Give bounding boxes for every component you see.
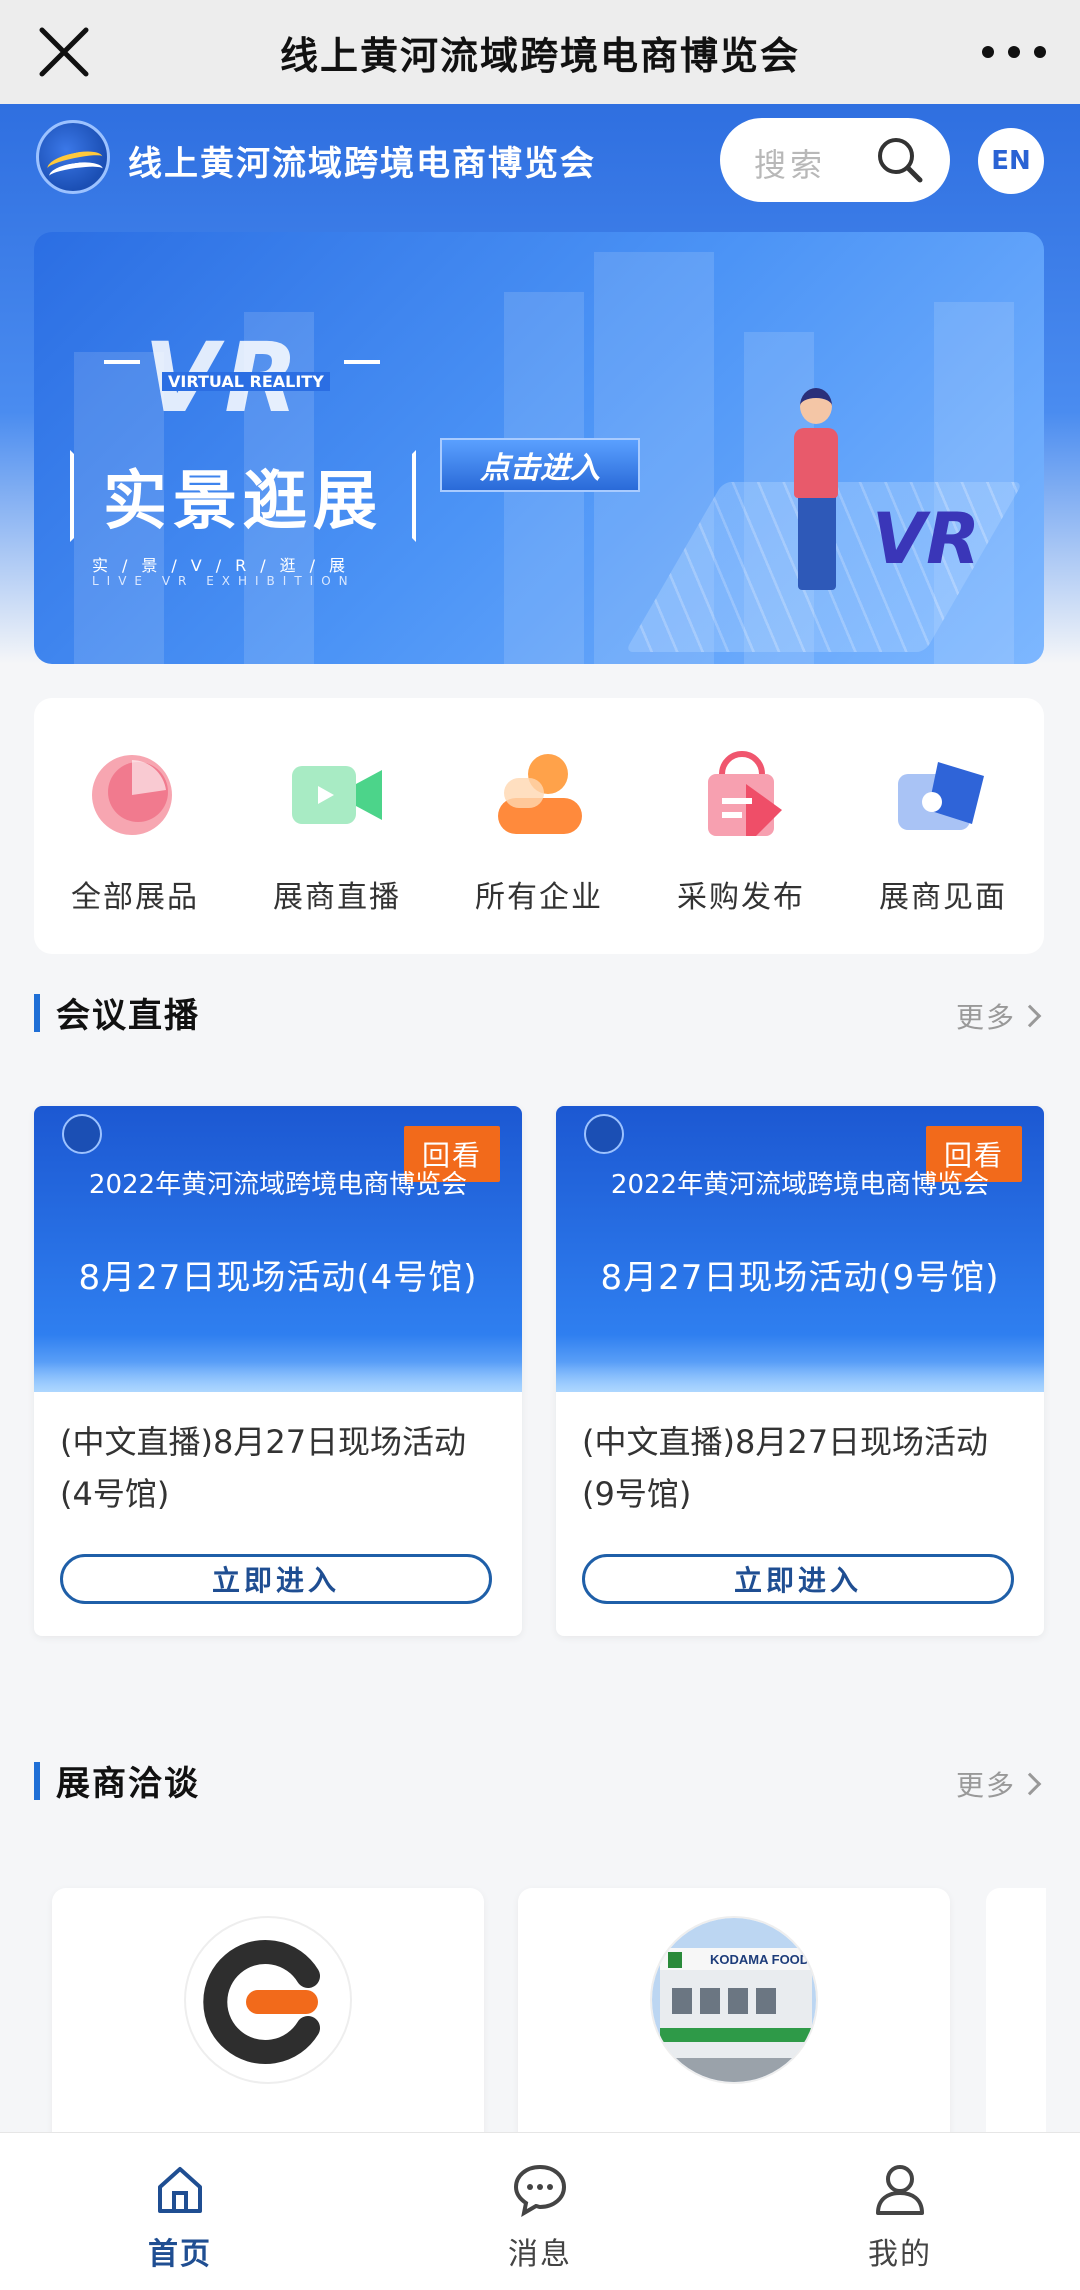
search-placeholder: 搜索	[754, 146, 827, 184]
expo-logo	[62, 1114, 102, 1154]
arrow-right-icon	[104, 360, 140, 364]
live-video-icon	[282, 740, 392, 850]
exhibitor-talks-header: 展商洽谈 更多	[34, 1752, 1044, 1808]
profile-icon	[872, 2161, 928, 2217]
home-icon	[152, 2161, 208, 2217]
live-thumbnail: 回看 2022年黄河流域跨境电商博览会 8月27日现场活动(4号馆)	[34, 1106, 522, 1392]
tab-label: 我的	[868, 2237, 932, 2272]
expo-logo	[36, 120, 110, 194]
live-card-title: (中文直播)8月27日现场活动(9号馆)	[582, 1423, 989, 1513]
exhibitor-card-peek[interactable]	[986, 1888, 1046, 2148]
quicknav-label: 采购发布	[677, 880, 805, 915]
thumbnail-event-title: 8月27日现场活动(9号馆)	[600, 1258, 1000, 1298]
quicknav-meeting[interactable]: 展商见面	[842, 726, 1044, 926]
enter-now-button[interactable]: 立即进入	[60, 1554, 492, 1604]
page-title: 线上黄河流域跨境电商博览会	[279, 33, 800, 78]
live-thumbnail: 回看 2022年黄河流域跨境电商博览会 8月27日现场活动(9号馆)	[556, 1106, 1044, 1392]
quicknav-label: 全部展品	[71, 880, 199, 915]
banner-english-subtitle: LIVE VR EXHIBITION	[92, 574, 356, 588]
exhibitor-card[interactable]	[52, 1888, 484, 2148]
quicknav-label: 所有企业	[475, 880, 603, 915]
meeting-live-header: 会议直播 更多	[34, 984, 1044, 1040]
tab-profile[interactable]: 我的	[800, 2161, 1000, 2272]
meeting-icon	[888, 740, 998, 850]
thumbnail-expo-name: 2022年黄河流域跨境电商博览会	[610, 1170, 990, 1200]
person-illustration	[798, 494, 836, 590]
section-title: 展商洽谈	[56, 1764, 200, 1804]
bottom-tab-bar: 首页 消息 我的	[0, 2132, 1080, 2290]
quicknav-all-products[interactable]: 全部展品	[34, 726, 236, 926]
language-toggle-button[interactable]: EN	[978, 128, 1044, 194]
exhibitor-talks-more-link[interactable]: 更多	[956, 1764, 1042, 1804]
quicknav-live[interactable]: 展商直播	[236, 726, 438, 926]
chevron-right-icon	[1018, 1004, 1042, 1028]
close-icon[interactable]	[32, 20, 96, 84]
search-box[interactable]: 搜索	[720, 118, 950, 202]
meeting-live-more-link[interactable]: 更多	[956, 996, 1042, 1036]
quick-nav: 全部展品 展商直播 所有企业 采购发布 展商见面	[34, 698, 1044, 954]
quicknav-label: 展商见面	[879, 880, 1007, 915]
vr-banner[interactable]: VR VIRTUAL REALITY 实景逛展 实/景/V/R/逛/展 LIVE…	[34, 232, 1044, 664]
thumbnail-event-title: 8月27日现场活动(4号馆)	[78, 1258, 478, 1298]
exhibitor-logo: KODAMA FOODS CO.,LTD.	[650, 1916, 818, 2084]
live-card[interactable]: 回看 2022年黄河流域跨境电商博览会 8月27日现场活动(4号馆) (中文直播…	[34, 1106, 522, 1636]
expo-logo	[584, 1114, 624, 1154]
vr-subheading: VIRTUAL REALITY	[162, 372, 330, 391]
more-menu-icon[interactable]	[982, 34, 1046, 70]
tab-messages[interactable]: 消息	[440, 2161, 640, 2272]
enter-now-button[interactable]: 立即进入	[582, 1554, 1014, 1604]
live-card[interactable]: 回看 2022年黄河流域跨境电商博览会 8月27日现场活动(9号馆) (中文直播…	[556, 1106, 1044, 1636]
chevron-right-icon	[1018, 1772, 1042, 1796]
exhibitor-card[interactable]: KODAMA FOODS CO.,LTD.	[518, 1888, 950, 2148]
exhibitor-logo	[184, 1916, 352, 2084]
site-name: 线上黄河流域跨境电商博览会	[128, 144, 596, 184]
all-products-icon	[80, 740, 190, 850]
quicknav-label: 展商直播	[273, 880, 401, 915]
live-card-title: (中文直播)8月27日现场活动(4号馆)	[60, 1423, 467, 1513]
thumbnail-expo-name: 2022年黄河流域跨境电商博览会	[88, 1170, 468, 1200]
banner-enter-button[interactable]: 点击进入	[440, 438, 640, 492]
tab-label: 首页	[148, 2237, 212, 2272]
top-bar: 线上黄河流域跨境电商博览会	[0, 0, 1080, 104]
tab-home[interactable]: 首页	[80, 2161, 280, 2272]
banner-subtitle: 实/景/V/R/逛/展	[92, 556, 360, 575]
quicknav-enterprises[interactable]: 所有企业	[438, 726, 640, 926]
search-icon[interactable]	[874, 134, 926, 186]
section-title: 会议直播	[56, 996, 200, 1036]
vr-badge: VR	[872, 498, 981, 580]
quicknav-purchase[interactable]: 采购发布	[640, 726, 842, 926]
enterprises-icon	[484, 740, 594, 850]
arrow-left-icon	[344, 360, 380, 364]
purchase-icon	[686, 740, 796, 850]
kodama-sign-text: KODAMA FOODS CO.,LTD.	[710, 1952, 818, 1967]
banner-title: 实景逛展	[70, 450, 416, 542]
tab-label: 消息	[508, 2237, 572, 2272]
message-icon	[512, 2161, 568, 2217]
